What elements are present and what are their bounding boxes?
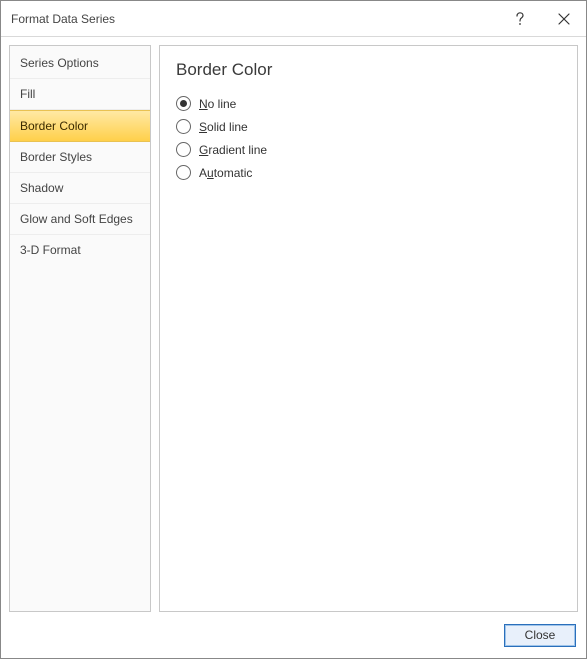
radio-label: Solid line — [199, 120, 248, 134]
sidebar-item-series-options[interactable]: Series Options — [10, 48, 150, 79]
border-color-options: No line Solid line Gradient line Automatic — [176, 92, 561, 184]
sidebar-item-label: Fill — [20, 87, 35, 101]
close-button-label: Close — [525, 628, 556, 642]
content-panel: Border Color No line Solid line Gradient l… — [159, 45, 578, 612]
panel-heading: Border Color — [176, 60, 561, 80]
close-icon — [558, 13, 570, 25]
sidebar-item-label: 3-D Format — [20, 243, 81, 257]
sidebar-item-label: Series Options — [20, 56, 99, 70]
radio-indicator — [176, 142, 191, 157]
close-dialog-button[interactable]: Close — [504, 624, 576, 647]
sidebar-item-fill[interactable]: Fill — [10, 79, 150, 110]
close-button[interactable] — [542, 1, 586, 37]
radio-label: Automatic — [199, 166, 252, 180]
radio-gradient-line[interactable]: Gradient line — [176, 138, 561, 161]
sidebar-item-shadow[interactable]: Shadow — [10, 173, 150, 204]
radio-indicator — [176, 119, 191, 134]
format-data-series-dialog: Format Data Series Series Options Fill Bor… — [0, 0, 587, 659]
sidebar-item-label: Glow and Soft Edges — [20, 212, 133, 226]
sidebar-item-border-color[interactable]: Border Color — [10, 110, 150, 142]
window-title: Format Data Series — [11, 12, 115, 26]
dialog-body: Series Options Fill Border Color Border Sty… — [1, 37, 586, 612]
help-button[interactable] — [498, 1, 542, 37]
sidebar-item-glow-and-soft-edges[interactable]: Glow and Soft Edges — [10, 204, 150, 235]
help-icon — [515, 12, 525, 26]
sidebar-item-label: Border Color — [20, 119, 88, 133]
sidebar-item-label: Border Styles — [20, 150, 92, 164]
category-sidebar: Series Options Fill Border Color Border Sty… — [9, 45, 151, 612]
titlebar: Format Data Series — [1, 1, 586, 37]
radio-label: Gradient line — [199, 143, 267, 157]
radio-indicator — [176, 165, 191, 180]
radio-indicator — [176, 96, 191, 111]
radio-solid-line[interactable]: Solid line — [176, 115, 561, 138]
radio-automatic[interactable]: Automatic — [176, 161, 561, 184]
sidebar-item-3-d-format[interactable]: 3-D Format — [10, 235, 150, 265]
sidebar-item-border-styles[interactable]: Border Styles — [10, 142, 150, 173]
radio-label: No line — [199, 97, 236, 111]
window-controls — [498, 1, 586, 37]
sidebar-item-label: Shadow — [20, 181, 63, 195]
dialog-footer: Close — [1, 612, 586, 658]
radio-no-line[interactable]: No line — [176, 92, 561, 115]
